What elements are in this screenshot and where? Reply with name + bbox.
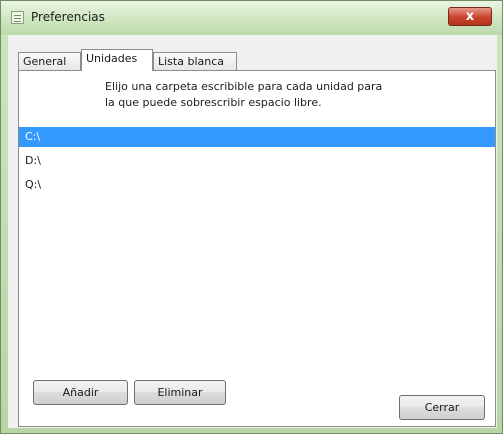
tab-lista-blanca[interactable]: Lista blanca [153,52,237,70]
app-window-icon [11,11,24,24]
close-button-label: Cerrar [424,401,460,414]
description-line-2: la que puede sobrescribir espacio libre. [105,96,322,109]
list-item-drive-d[interactable]: D:\ [19,151,495,171]
drive-list[interactable]: C:\ D:\ Q:\ [19,127,495,367]
window-title: Preferencias [31,10,105,24]
drive-label: Q:\ [25,178,42,191]
window-close-button[interactable]: x [448,7,492,26]
close-button[interactable]: Cerrar [399,395,485,420]
tab-lista-blanca-label: Lista blanca [158,55,225,68]
description-line-1: Elijo una carpeta escribible para cada u… [105,80,383,93]
drive-label: C:\ [25,130,41,143]
unidades-panel: Elijo una carpeta escribible para cada u… [18,70,496,427]
tab-unidades[interactable]: Unidades [81,49,153,71]
panel-description: Elijo una carpeta escribible para cada u… [105,79,465,111]
add-button[interactable]: Añadir [33,380,128,405]
list-item-drive-c[interactable]: C:\ [19,127,495,147]
tab-general[interactable]: General [18,52,81,70]
list-item-drive-q[interactable]: Q:\ [19,175,495,195]
tab-unidades-label: Unidades [86,52,138,65]
remove-button[interactable]: Eliminar [134,380,226,405]
tab-general-label: General [23,55,67,68]
title-bar[interactable]: Preferencias x [1,1,502,35]
drive-label: D:\ [25,154,41,167]
preferences-window: Preferencias x General Unidades Lista bl… [0,0,503,434]
dialog-body: General Unidades Lista blanca Elijo una … [8,35,497,428]
close-icon: x [465,9,475,24]
